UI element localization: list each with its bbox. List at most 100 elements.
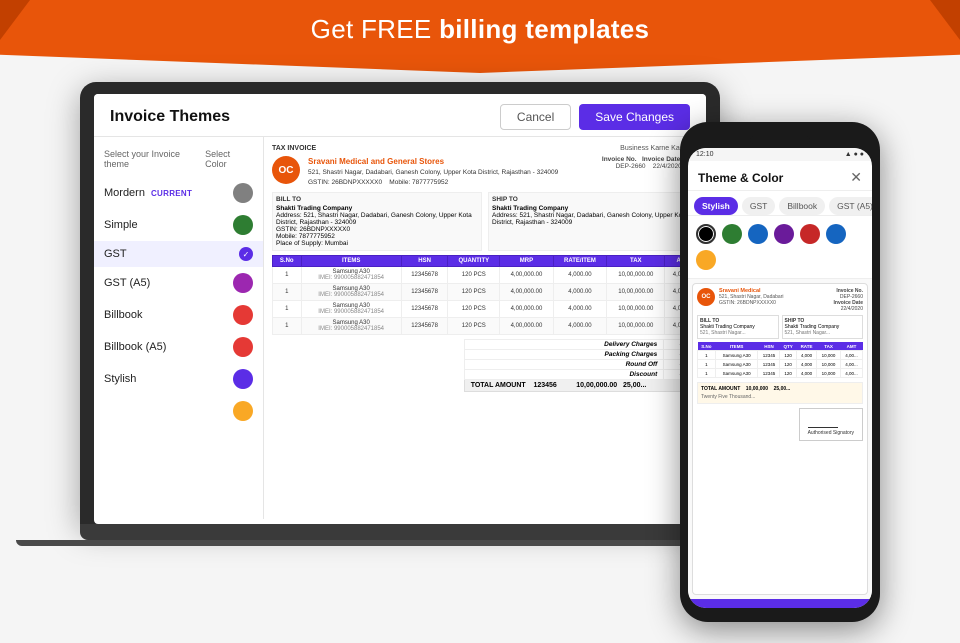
phone-inv-header: OC Sravani Medical 521, Shastri Nagar, D… bbox=[697, 288, 863, 312]
tab-stylish[interactable]: Stylish bbox=[694, 197, 738, 215]
theme-item-extra[interactable] bbox=[94, 395, 263, 427]
color-dot-billbook-a5[interactable] bbox=[233, 337, 253, 357]
charge-roundoff-label: Round Off bbox=[464, 359, 664, 369]
cell-mrp: 4,00,000.00 bbox=[500, 300, 553, 317]
sidebar-header: Select your Invoice theme Select Color bbox=[94, 145, 263, 177]
phone-time: 12:10 bbox=[696, 151, 714, 158]
palette-red[interactable] bbox=[800, 224, 820, 244]
cell-tax: 10,00,000.00 bbox=[607, 266, 665, 283]
col-tax: TAX bbox=[607, 255, 665, 266]
banner: Get FREE billing templates bbox=[0, 0, 960, 73]
palette-black[interactable] bbox=[696, 224, 716, 244]
palette-yellow[interactable] bbox=[696, 250, 716, 270]
theme-item-gst-a5[interactable]: GST (A5) bbox=[94, 267, 263, 299]
phone-col-rate: RATE bbox=[796, 342, 816, 351]
ship-company: Shakti Trading Company bbox=[492, 205, 694, 212]
theme-left-simple: Simple bbox=[104, 219, 138, 231]
invoice-type-label: TAX INVOICE bbox=[272, 145, 316, 152]
phone-bill-ship: BILL TO Shakti Trading Company 521, Shas… bbox=[697, 315, 863, 339]
laptop-device: Invoice Themes Cancel Save Changes Selec… bbox=[80, 82, 720, 546]
charge-delivery-label: Delivery Charges bbox=[464, 339, 664, 349]
bill-gstin: GSTIN: 26BDNPXXXXX0 bbox=[276, 226, 478, 233]
laptop-base bbox=[80, 524, 720, 540]
phone-inv-amount-words: Twenty Five Thousand... bbox=[701, 394, 859, 400]
phone-col-sno: S.No bbox=[698, 342, 716, 351]
phone-table-row: 1 Samsung A30 12345 120 4,000 10,000 4,0… bbox=[698, 360, 863, 369]
theme-item-stylish[interactable]: Stylish bbox=[94, 363, 263, 395]
color-dot-gst-a5[interactable] bbox=[233, 273, 253, 293]
tab-gst-a5[interactable]: GST (A5) bbox=[829, 197, 872, 215]
color-dot-billbook[interactable] bbox=[233, 305, 253, 325]
theme-item-simple[interactable]: Simple bbox=[94, 209, 263, 241]
phone-close-button[interactable]: ✕ bbox=[850, 169, 862, 186]
charge-row: Delivery Charges - bbox=[464, 339, 697, 349]
palette-blue[interactable] bbox=[748, 224, 768, 244]
screen-title: Invoice Themes bbox=[110, 108, 230, 126]
phone-invoice-preview: OC Sravani Medical 521, Shastri Nagar, D… bbox=[688, 279, 872, 599]
cell-qty: 120 PCS bbox=[448, 317, 500, 334]
phone-device: 12:10 ▲ ● ● Theme & Color ✕ Stylish GST … bbox=[680, 122, 880, 622]
phone-col-item: ITEMS bbox=[715, 342, 758, 351]
cell-sno: 1 bbox=[273, 317, 302, 334]
main-area: Invoice Themes Cancel Save Changes Selec… bbox=[0, 72, 960, 632]
phone-inv-details: Invoice No. DEP-2660 Invoice Date 22/4/2… bbox=[834, 288, 863, 312]
phone-inv-logo: OC bbox=[697, 288, 715, 306]
total-label: TOTAL AMOUNT 123456 10,00,000.00 25,00..… bbox=[464, 379, 697, 391]
phone-bill-address: 521, Shastri Nagar... bbox=[700, 330, 776, 336]
laptop-screen: Invoice Themes Cancel Save Changes Selec… bbox=[94, 94, 706, 524]
cancel-button[interactable]: Cancel bbox=[500, 104, 571, 130]
bill-to-label: BILL TO bbox=[276, 196, 478, 203]
screen-header: Invoice Themes Cancel Save Changes bbox=[94, 94, 706, 137]
theme-name-billbook: Billbook bbox=[104, 309, 143, 321]
phone-status-bar: 12:10 ▲ ● ● bbox=[688, 148, 872, 161]
invoice-preview: TAX INVOICE Business Karne Ka Naya OC Sr… bbox=[264, 137, 706, 519]
cell-qty: 120 PCS bbox=[448, 300, 500, 317]
col-mrp: MRP bbox=[500, 255, 553, 266]
color-dot-extra[interactable] bbox=[233, 401, 253, 421]
phone-inv-signature: Authorised Signatory bbox=[799, 408, 863, 441]
banner-text: Get FREE billing templates bbox=[311, 14, 650, 44]
palette-purple[interactable] bbox=[774, 224, 794, 244]
save-changes-button[interactable]: Save Changes bbox=[579, 104, 690, 130]
col-rate: RATE/ITEM bbox=[553, 255, 607, 266]
cell-tax: 10,00,000.00 bbox=[607, 300, 665, 317]
theme-item-billbook[interactable]: Billbook bbox=[94, 299, 263, 331]
theme-item-mordern[interactable]: Mordern CURRENT bbox=[94, 177, 263, 209]
tab-gst[interactable]: GST bbox=[742, 197, 775, 215]
charge-discount-label: Discount bbox=[464, 369, 664, 379]
phone-save-button[interactable]: Save bbox=[688, 599, 872, 608]
color-dot-mordern[interactable] bbox=[233, 183, 253, 203]
palette-green[interactable] bbox=[722, 224, 742, 244]
phone-notch bbox=[750, 136, 810, 144]
theme-item-gst[interactable]: GST ✓ bbox=[94, 241, 263, 267]
sidebar-theme-label: Select your Invoice theme bbox=[104, 149, 205, 169]
company-gstin-mobile: GSTIN: 26BDNPXXXXX0 Mobile: 7877775952 bbox=[308, 178, 558, 188]
theme-name-gst-a5: GST (A5) bbox=[104, 277, 150, 289]
cell-hsn: 12345678 bbox=[401, 283, 447, 300]
theme-left-mordern: Mordern CURRENT bbox=[104, 187, 192, 199]
color-dot-simple[interactable] bbox=[233, 215, 253, 235]
col-hsn: HSN bbox=[401, 255, 447, 266]
phone-inv-left: OC Sravani Medical 521, Shastri Nagar, D… bbox=[697, 288, 783, 312]
cell-qty: 120 PCS bbox=[448, 283, 500, 300]
cell-hsn: 12345678 bbox=[401, 266, 447, 283]
tab-billbook[interactable]: Billbook bbox=[779, 197, 825, 215]
phone-table-row: 1 Samsung A30 12345 120 4,000 10,000 4,0… bbox=[698, 369, 863, 378]
color-dot-stylish[interactable] bbox=[233, 369, 253, 389]
charges-table: Delivery Charges - Packing Charges - Rou… bbox=[464, 339, 698, 392]
cell-item: Samsung A30IMEI: 990005882471854 bbox=[301, 317, 401, 334]
laptop-foot bbox=[16, 540, 784, 546]
phone-bill-block: BILL TO Shakti Trading Company 521, Shas… bbox=[697, 315, 779, 339]
table-row: 1 Samsung A30IMEI: 990005882471854 12345… bbox=[273, 300, 698, 317]
phone-table-row: 1 Samsung A30 12345 120 4,000 10,000 4,0… bbox=[698, 351, 863, 360]
invoice-top-row: TAX INVOICE Business Karne Ka Naya bbox=[272, 145, 698, 152]
cell-item: Samsung A30IMEI: 990005882471854 bbox=[301, 266, 401, 283]
bill-ship-row: BILL TO Shakti Trading Company Address: … bbox=[272, 192, 698, 251]
company-logo: OC bbox=[272, 156, 300, 184]
col-sno: S.No bbox=[273, 255, 302, 266]
table-row: 1 Samsung A30IMEI: 990005882471854 12345… bbox=[273, 283, 698, 300]
palette-blue2[interactable] bbox=[826, 224, 846, 244]
company-name: Sravani Medical and General Stores bbox=[308, 156, 558, 168]
theme-item-billbook-a5[interactable]: Billbook (A5) bbox=[94, 331, 263, 363]
company-info: Sravani Medical and General Stores 521, … bbox=[308, 156, 558, 188]
